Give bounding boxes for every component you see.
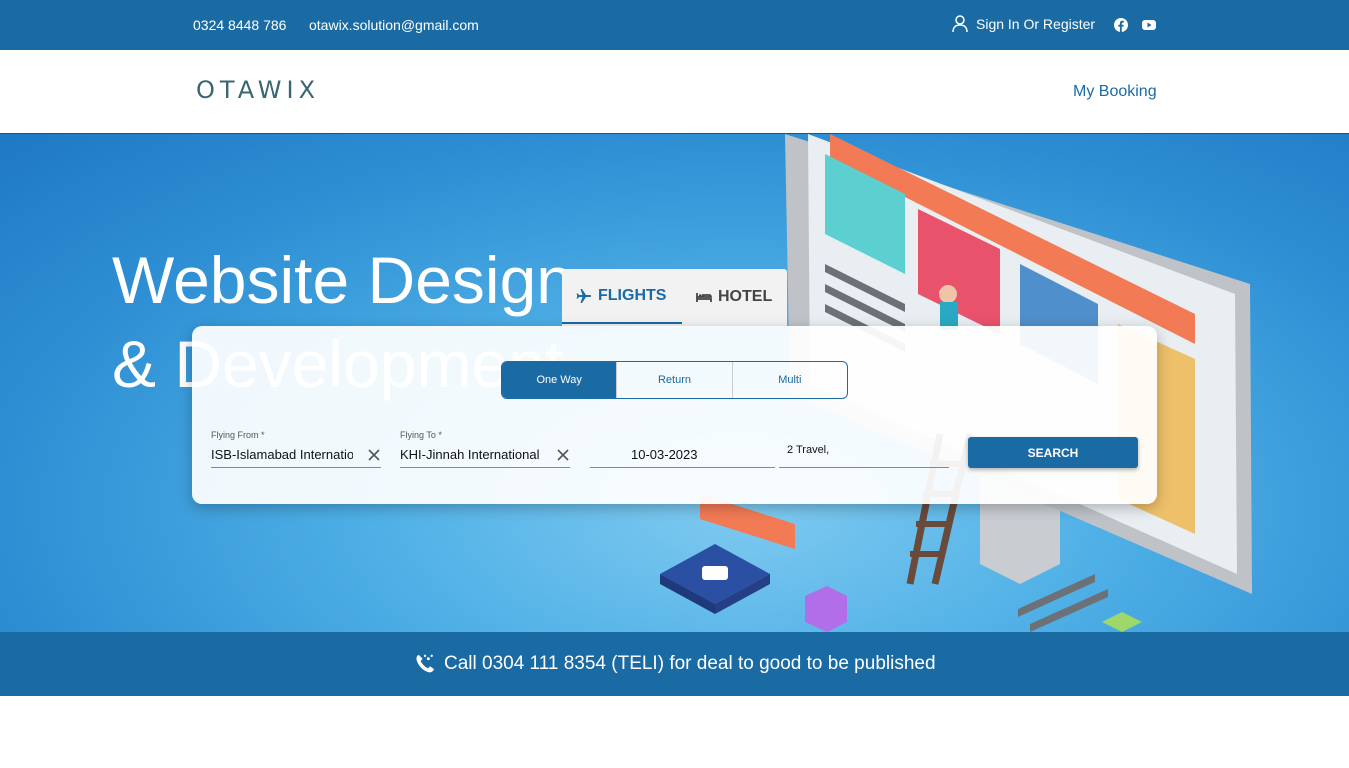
contact-phone: 0324 8448 786: [193, 17, 287, 33]
user-icon: [952, 15, 968, 33]
sign-in-link[interactable]: Sign In Or Register: [952, 15, 1095, 33]
departure-date-value[interactable]: 10-03-2023: [631, 447, 698, 462]
flying-to-field[interactable]: Flying To * KHI-Jinnah International: [400, 430, 570, 468]
call-banner-text: Call 0304 111 8354 (TELI) for deal to go…: [444, 652, 936, 674]
otawix-logo[interactable]: OTAWIX: [196, 76, 320, 104]
flying-to-value[interactable]: KHI-Jinnah International: [400, 447, 545, 462]
trip-type-toggle: One Way Return Multi: [501, 361, 848, 399]
bed-icon: [696, 292, 712, 302]
tab-hotel[interactable]: HOTEL: [682, 269, 786, 324]
flying-from-value[interactable]: ISB-Islamabad International: [211, 447, 353, 462]
trip-return[interactable]: Return: [616, 362, 731, 398]
tab-flights[interactable]: FLIGHTS: [562, 269, 682, 324]
flying-from-field[interactable]: Flying From * ISB-Islamabad Internationa…: [211, 430, 381, 468]
hero-title-line1: Website Design: [112, 243, 574, 317]
search-button[interactable]: SEARCH: [968, 437, 1138, 468]
departure-date-field[interactable]: 10-03-2023: [590, 430, 775, 468]
main-nav: OTAWIX My Booking: [0, 50, 1349, 134]
clear-icon[interactable]: [367, 448, 381, 462]
call-banner: Call 0304 111 8354 (TELI) for deal to go…: [0, 632, 1349, 696]
tab-flights-label: FLIGHTS: [598, 286, 667, 304]
search-tabs: FLIGHTS HOTEL: [562, 269, 787, 326]
tab-hotel-label: HOTEL: [718, 287, 773, 305]
travellers-field[interactable]: 2 Travel,: [779, 430, 949, 468]
my-booking-link[interactable]: My Booking: [1073, 83, 1157, 101]
youtube-icon[interactable]: [1142, 19, 1156, 31]
flying-from-label: Flying From *: [211, 430, 265, 440]
flight-search-panel: One Way Return Multi Flying From * ISB-I…: [192, 326, 1157, 504]
trip-one-way[interactable]: One Way: [502, 362, 617, 398]
flying-to-label: Flying To *: [400, 430, 442, 440]
top-bar: 0324 8448 786 otawix.solution@gmail.com …: [0, 0, 1349, 50]
plane-icon: [576, 288, 591, 303]
travellers-value[interactable]: 2 Travel,: [787, 444, 829, 456]
sign-in-label: Sign In Or Register: [976, 16, 1096, 32]
phone-call-icon: [416, 654, 435, 673]
contact-email[interactable]: otawix.solution@gmail.com: [309, 17, 479, 33]
facebook-icon[interactable]: [1114, 18, 1128, 32]
trip-multi[interactable]: Multi: [731, 362, 847, 398]
clear-icon[interactable]: [556, 448, 570, 462]
